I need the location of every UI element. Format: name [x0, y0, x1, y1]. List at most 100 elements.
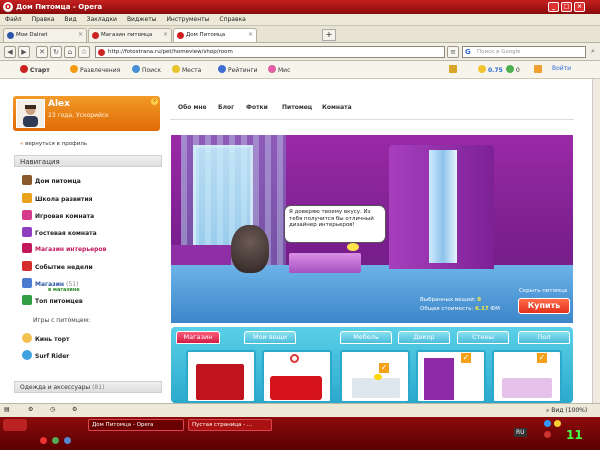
room-table[interactable] — [289, 253, 361, 273]
minimize-icon[interactable]: _ — [548, 2, 559, 12]
address-field[interactable]: http://fotostrana.ru/pet/homeview/shop/r… — [95, 46, 445, 58]
bookmark-start[interactable]: Старт — [20, 65, 50, 74]
shop-tab-decor[interactable]: Декор — [398, 331, 450, 344]
tab-room[interactable]: Комната — [322, 104, 352, 111]
bookmark-entertainment[interactable]: Развлечения — [70, 65, 120, 74]
house-icon — [22, 175, 32, 185]
shop-item-bath[interactable] — [352, 378, 400, 398]
add-bookmark-icon[interactable]: ☆ — [78, 46, 90, 58]
nav-guest-room[interactable]: Гостевая комната — [22, 227, 97, 237]
panel-toggle-icon[interactable]: ▤ — [4, 406, 10, 413]
shop-tab-walls[interactable]: Стены — [457, 331, 509, 344]
profile-close-icon[interactable]: × — [151, 98, 158, 105]
shop-item-wardrobe[interactable] — [196, 364, 244, 400]
search-go-icon[interactable]: ⌕ — [588, 46, 598, 58]
shop-tab-furniture[interactable]: Мебель — [340, 331, 392, 344]
tab-close-icon[interactable]: × — [78, 31, 83, 38]
tray-icon[interactable] — [544, 420, 551, 427]
toy-icon — [22, 210, 32, 220]
shop-tab-my-items[interactable]: Мои вещи — [244, 331, 296, 344]
home-icon[interactable]: ⌂ — [64, 46, 76, 58]
bookmark-places[interactable]: Места — [172, 65, 201, 74]
shop-item-duck[interactable] — [374, 374, 382, 380]
stop-icon[interactable]: ✕ — [36, 46, 48, 58]
pet-raccoon[interactable] — [231, 225, 269, 273]
nav-play-room[interactable]: Игровая комната — [22, 210, 94, 220]
game-surf-rider[interactable]: Surf Rider — [22, 350, 69, 360]
game-cake[interactable]: Кинь торт — [22, 333, 70, 343]
back-icon[interactable]: ◀ — [4, 46, 16, 58]
tray-icon[interactable] — [554, 420, 561, 427]
tab-dalnet[interactable]: Мои Dalnet × — [3, 28, 87, 42]
menu-help[interactable]: Справка — [214, 14, 250, 25]
profile-name[interactable]: Alex — [48, 99, 70, 109]
nav-school[interactable]: Школа развития — [22, 193, 93, 203]
shop-item-slot[interactable] — [492, 350, 562, 403]
mail-icon[interactable] — [534, 65, 544, 74]
vertical-scrollbar[interactable] — [592, 79, 600, 403]
search-input[interactable]: G Поиск в Google — [462, 46, 586, 58]
shop-item-slot[interactable] — [416, 350, 486, 403]
quicklaunch-icon[interactable] — [52, 437, 59, 444]
tab-close-icon[interactable]: × — [248, 31, 253, 38]
back-to-profile-link[interactable]: « вернуться в профиль — [20, 141, 87, 147]
language-indicator[interactable]: RU — [514, 428, 527, 437]
nav-top-pets[interactable]: Топ питомцев — [22, 295, 83, 305]
tray-icon[interactable] — [544, 431, 551, 438]
shop-item-slot[interactable] — [186, 350, 256, 403]
tab-pet-home[interactable]: Дом Питомца × — [173, 28, 257, 42]
maximize-icon[interactable]: □ — [561, 2, 572, 12]
settings-icon[interactable]: ⚙ — [72, 406, 77, 413]
shop-item-slot[interactable] — [340, 350, 410, 403]
login-link[interactable]: Войти — [552, 65, 571, 72]
quicklaunch-icon[interactable] — [64, 437, 71, 444]
nav-pet-home[interactable]: Дом питомца — [22, 175, 81, 185]
menu-widgets[interactable]: Виджеты — [122, 14, 162, 25]
tab-blog[interactable]: Блог — [218, 104, 234, 111]
hide-pet-link[interactable]: Скрыть питомца — [519, 288, 567, 294]
task-opera[interactable]: Дом Питомца - Opera — [88, 419, 184, 431]
zoom-indicator[interactable]: ⌕ Вид (100%) — [546, 407, 587, 415]
shop-item-sofa[interactable] — [270, 376, 322, 400]
menu-edit[interactable]: Правка — [27, 14, 60, 25]
shop-tab-shop[interactable]: Магазин — [176, 331, 220, 344]
tab-pet-shop[interactable]: Магазин питомца × — [88, 28, 172, 42]
bookmark-miss[interactable]: Мис — [268, 65, 290, 74]
tab-pet[interactable]: Питомец — [282, 104, 312, 111]
new-tab-button[interactable]: + — [322, 29, 336, 41]
shop-item-purple-wardrobe[interactable] — [424, 358, 454, 400]
shop-item-clock[interactable] — [290, 354, 299, 363]
close-icon[interactable]: × — [574, 2, 585, 12]
navigation-bar: ◀ ▶ ✕ ↻ ⌂ ☆ http://fotostrana.ru/pet/hom… — [0, 43, 600, 61]
avatar[interactable] — [16, 99, 45, 128]
nav-label: Магазин интерьеров — [35, 246, 107, 253]
menu-tools[interactable]: Инструменты — [161, 14, 214, 25]
reload-icon[interactable]: ↻ — [50, 46, 62, 58]
buy-button[interactable]: Купить — [518, 298, 570, 314]
tab-about-me[interactable]: Обо мне — [178, 104, 207, 111]
task-blank-page[interactable]: Пустая страница - ... — [188, 419, 272, 431]
gift-icon[interactable] — [449, 65, 459, 74]
tab-photos[interactable]: Фотки — [246, 104, 268, 111]
profile-card: Alex 23 года, Ускорийск × — [13, 96, 160, 131]
menu-view[interactable]: Вид — [59, 14, 81, 25]
shop-item-table[interactable] — [502, 378, 552, 398]
rubber-duck[interactable] — [347, 243, 359, 251]
bookmark-ratings[interactable]: Рейтинги — [218, 65, 258, 74]
bookmark-search[interactable]: Поиск — [132, 65, 161, 74]
menu-bookmarks[interactable]: Закладки — [82, 14, 122, 25]
tab-close-icon[interactable]: × — [163, 31, 168, 38]
bookmark-start-label: Старт — [30, 67, 50, 74]
nav-interior-shop[interactable]: Магазин интерьеров — [22, 243, 106, 253]
rss-icon[interactable]: ≡ — [447, 46, 459, 58]
shop-tab-floor[interactable]: Пол — [518, 331, 570, 344]
nav-weekly-event[interactable]: Событие недели — [22, 261, 93, 271]
menu-file[interactable]: Файл — [0, 14, 27, 25]
speed-icon[interactable]: ◷ — [50, 406, 55, 413]
tools-icon[interactable]: ⚙ — [28, 406, 33, 413]
forward-icon[interactable]: ▶ — [18, 46, 30, 58]
room-carpet[interactable] — [171, 265, 573, 323]
opera-launch-icon[interactable] — [40, 437, 47, 444]
shop-item-slot[interactable] — [262, 350, 332, 403]
start-button[interactable] — [3, 419, 27, 431]
